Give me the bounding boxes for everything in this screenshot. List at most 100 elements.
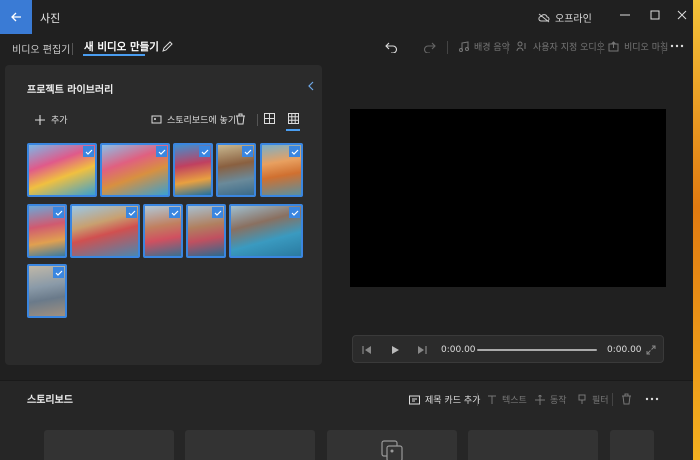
place-in-storyboard-button[interactable]: 스토리보드에 놓기 <box>151 113 236 126</box>
play-icon[interactable] <box>390 345 400 355</box>
grid-large-icon[interactable] <box>264 113 275 124</box>
filter-icon <box>578 394 586 404</box>
maximize-button[interactable] <box>640 0 670 30</box>
place-in-storyboard-label: 스토리보드에 놓기 <box>167 116 237 126</box>
add-title-card-label: 제목 카드 추가 <box>425 396 481 406</box>
close-button[interactable] <box>667 0 693 30</box>
checkmark-icon <box>289 207 300 218</box>
pen-icon[interactable] <box>161 41 173 53</box>
media-thumbnail[interactable] <box>173 143 213 197</box>
back-arrow-icon <box>11 12 21 22</box>
fullscreen-icon[interactable] <box>646 345 656 355</box>
background-music-label: 배경 음악 <box>474 43 510 53</box>
text-icon <box>488 395 496 404</box>
storyboard-slot[interactable] <box>185 430 315 460</box>
custom-audio-icon <box>516 41 526 52</box>
seek-bar[interactable] <box>477 349 597 351</box>
storyboard-icon <box>151 115 162 124</box>
plus-icon <box>35 114 45 125</box>
media-thumbnail[interactable] <box>70 204 140 258</box>
checkmark-icon <box>156 146 167 157</box>
storyboard-slot[interactable] <box>610 430 654 460</box>
active-tab-indicator <box>83 54 145 56</box>
checkmark-icon <box>242 146 253 157</box>
grid-small-icon[interactable] <box>288 113 299 124</box>
next-frame-icon[interactable] <box>417 345 427 355</box>
storyboard-slot[interactable] <box>327 430 457 460</box>
library-title: 프로젝트 라이브러리 <box>27 85 114 96</box>
custom-audio-label: 사용자 지정 오디오 <box>533 43 605 53</box>
storyboard-toolbar-separator <box>477 393 478 406</box>
minimize-button[interactable] <box>610 0 640 30</box>
checkmark-icon <box>83 146 94 157</box>
checkmark-icon <box>289 146 300 157</box>
checkmark-icon <box>212 207 223 218</box>
motion-button[interactable]: 동작 <box>535 393 567 406</box>
photos-window: 사진 오프라인 비디오 편집기 새 비디오 만들기 배경 음악 사용자 지정 오… <box>0 0 693 460</box>
storyboard-panel: 스토리보드 제목 카드 추가 텍스트 동작 필터 <box>0 380 693 460</box>
app-title: 사진 <box>40 12 61 25</box>
motion-icon <box>535 394 545 405</box>
custom-audio-button[interactable]: 사용자 지정 오디오 <box>516 40 605 53</box>
title-bar: 사진 오프라인 <box>0 0 693 34</box>
project-title[interactable]: 새 비디오 만들기 <box>84 39 159 54</box>
more-icon[interactable] <box>645 397 659 401</box>
export-icon <box>608 41 619 52</box>
toolbar-separator <box>662 41 663 54</box>
trash-icon[interactable] <box>621 393 632 405</box>
breadcrumb-video-editor[interactable]: 비디오 편집기 <box>12 41 70 56</box>
media-thumbnail[interactable] <box>229 204 303 258</box>
finish-video-button[interactable]: 비디오 마침 <box>608 40 668 53</box>
redo-icon[interactable] <box>423 40 436 53</box>
media-thumbnail[interactable] <box>27 204 67 258</box>
project-library-panel: 프로젝트 라이브러리 추가 스토리보드에 놓기 <box>5 65 322 365</box>
filter-button[interactable]: 필터 <box>577 393 609 406</box>
storyboard-slot[interactable] <box>468 430 598 460</box>
offline-label: 오프라인 <box>555 14 592 25</box>
media-thumbnail[interactable] <box>143 204 183 258</box>
library-toolbar-separator <box>257 114 258 126</box>
checkmark-icon <box>199 146 210 157</box>
back-button[interactable] <box>0 0 32 34</box>
checkmark-icon <box>126 207 137 218</box>
add-label: 추가 <box>51 116 68 126</box>
text-label: 텍스트 <box>502 396 527 406</box>
playback-controls: 0:00.00 0:00.00 <box>352 335 664 363</box>
close-icon <box>677 10 687 20</box>
video-preview[interactable] <box>350 109 666 287</box>
minimize-icon <box>620 14 630 16</box>
background-music-button[interactable]: 배경 음악 <box>458 40 510 53</box>
undo-icon[interactable] <box>385 40 398 53</box>
current-time: 0:00.00 <box>441 345 476 355</box>
trash-icon[interactable] <box>235 113 246 125</box>
storyboard-title: 스토리보드 <box>27 395 73 406</box>
offline-status[interactable]: 오프라인 <box>538 10 592 25</box>
media-thumbnail[interactable] <box>27 143 97 197</box>
filter-label: 필터 <box>592 396 609 406</box>
title-card-icon <box>409 395 420 404</box>
end-time: 0:00.00 <box>607 345 642 355</box>
more-icon[interactable] <box>670 44 684 48</box>
toolbar-separator <box>507 41 508 54</box>
prev-frame-icon[interactable] <box>362 345 372 355</box>
toolbar-separator <box>447 41 448 54</box>
media-thumbnail[interactable] <box>27 264 67 318</box>
active-view-indicator <box>286 129 300 131</box>
toolbar-separator <box>600 41 601 54</box>
media-thumbnail[interactable] <box>186 204 226 258</box>
checkmark-icon <box>169 207 180 218</box>
text-button[interactable]: 텍스트 <box>487 393 527 406</box>
media-thumbnail[interactable] <box>216 143 256 197</box>
placeholder-images-icon <box>381 440 403 460</box>
storyboard-slot[interactable] <box>44 430 174 460</box>
add-title-card-button[interactable]: 제목 카드 추가 <box>409 393 480 406</box>
storyboard-toolbar-separator <box>612 393 613 406</box>
media-thumbnail[interactable] <box>260 143 303 197</box>
chevron-left-icon[interactable] <box>307 81 314 91</box>
breadcrumb-separator <box>72 43 73 55</box>
add-button[interactable]: 추가 <box>35 113 68 126</box>
media-thumbnail[interactable] <box>100 143 170 197</box>
cloud-off-icon <box>538 13 550 22</box>
desktop-background <box>693 0 700 460</box>
checkmark-icon <box>53 207 64 218</box>
